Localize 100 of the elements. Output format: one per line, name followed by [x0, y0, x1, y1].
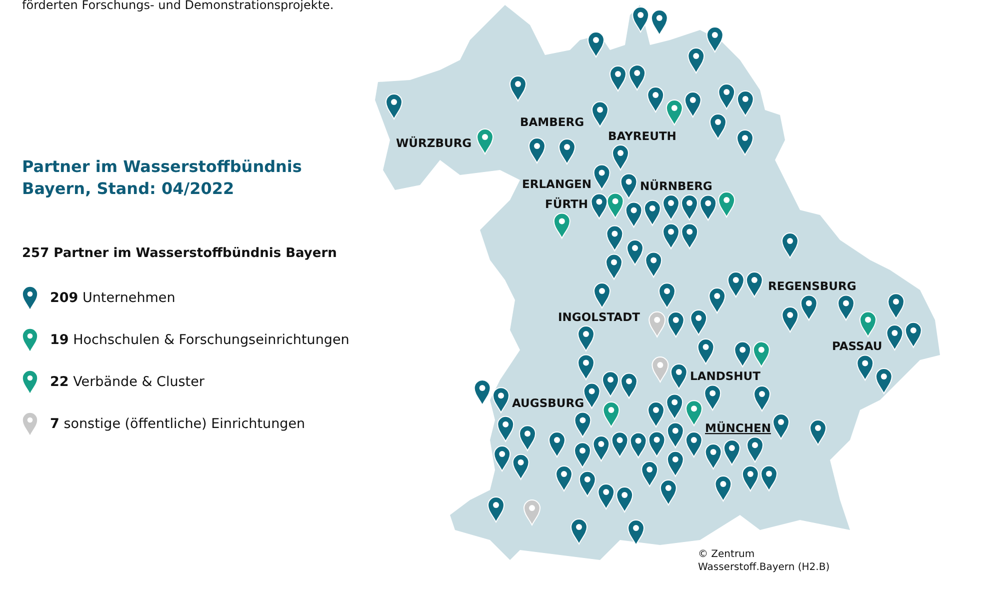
map-pin[interactable] [519, 425, 536, 452]
map-pin[interactable] [488, 496, 504, 522]
map-pin[interactable] [666, 450, 684, 477]
map-pin[interactable] [556, 466, 572, 492]
map-pin[interactable] [904, 322, 922, 348]
map-pin[interactable] [875, 368, 892, 394]
map-pin[interactable] [583, 382, 600, 409]
map-pin[interactable] [658, 282, 676, 309]
map-pin[interactable] [602, 371, 619, 398]
map-pin[interactable] [590, 193, 608, 220]
map-pin[interactable] [474, 380, 491, 406]
map-pin[interactable] [754, 386, 770, 412]
map-pin[interactable] [497, 416, 514, 442]
map-pin[interactable] [528, 138, 546, 164]
map-pin[interactable] [736, 90, 754, 116]
map-pin[interactable] [606, 225, 624, 252]
map-pin[interactable] [611, 432, 628, 458]
map-pin[interactable] [888, 293, 904, 320]
map-pin[interactable] [704, 444, 722, 470]
map-pin[interactable] [800, 294, 818, 321]
map-pin[interactable] [666, 422, 684, 448]
map-pin[interactable] [860, 311, 876, 338]
map-pin[interactable] [650, 10, 668, 36]
map-pin[interactable] [610, 66, 626, 92]
map-pin[interactable] [645, 252, 662, 278]
map-pin[interactable] [553, 212, 570, 239]
map-pin[interactable] [632, 6, 650, 32]
map-pin[interactable] [886, 324, 904, 350]
map-pin[interactable] [598, 484, 615, 510]
map-pin[interactable] [723, 440, 740, 466]
map-pin[interactable] [612, 144, 629, 170]
map-pin[interactable] [686, 400, 702, 426]
map-pin[interactable] [630, 432, 647, 458]
map-pin[interactable] [667, 312, 684, 338]
map-pin[interactable] [727, 272, 744, 298]
map-pin[interactable] [714, 476, 732, 502]
map-pin[interactable] [492, 387, 510, 414]
map-pin[interactable] [574, 412, 592, 438]
map-pin[interactable] [660, 480, 677, 506]
map-pin[interactable] [752, 341, 770, 368]
map-pin[interactable] [697, 338, 714, 364]
map-pin[interactable] [760, 465, 778, 492]
map-pin[interactable] [684, 92, 702, 118]
map-pin[interactable] [718, 84, 736, 110]
map-pin[interactable] [578, 470, 596, 497]
map-pin[interactable] [742, 466, 759, 492]
map-pin[interactable] [734, 341, 752, 368]
map-pin[interactable] [602, 402, 620, 428]
map-pin[interactable] [558, 138, 576, 164]
map-pin[interactable] [592, 101, 608, 128]
map-pin[interactable] [772, 414, 790, 440]
map-pin[interactable] [386, 94, 402, 120]
map-pin[interactable] [648, 431, 666, 458]
map-pin[interactable] [628, 520, 644, 546]
map-pin[interactable] [666, 100, 683, 126]
map-pin[interactable] [644, 200, 661, 226]
map-pin[interactable] [856, 354, 874, 381]
map-pin[interactable] [570, 518, 588, 544]
map-pin[interactable] [494, 446, 511, 472]
map-pin[interactable] [662, 194, 680, 220]
map-pin[interactable] [588, 32, 604, 58]
map-pin[interactable] [620, 173, 638, 200]
map-pin[interactable] [810, 420, 826, 446]
map-pin[interactable] [606, 192, 624, 219]
map-pin[interactable] [710, 114, 726, 140]
map-pin[interactable] [685, 432, 702, 458]
map-pin[interactable] [681, 194, 698, 220]
map-pin[interactable] [700, 194, 717, 221]
map-pin[interactable] [662, 223, 680, 250]
map-pin[interactable] [704, 384, 722, 411]
map-pin[interactable] [718, 192, 736, 218]
map-pin[interactable] [746, 436, 764, 463]
map-pin[interactable] [628, 64, 646, 90]
map-pin[interactable] [512, 454, 530, 480]
map-pin[interactable] [641, 461, 658, 487]
map-pin[interactable] [736, 130, 754, 156]
map-pin[interactable] [626, 240, 644, 266]
map-pin[interactable] [625, 202, 642, 228]
map-pin[interactable] [670, 364, 688, 390]
map-pin[interactable] [510, 76, 526, 102]
map-pin[interactable] [574, 442, 591, 468]
map-pin[interactable] [648, 402, 664, 428]
map-pin[interactable] [476, 128, 494, 154]
map-pin[interactable] [592, 436, 610, 462]
map-pin[interactable] [688, 48, 705, 74]
map-pin[interactable] [708, 288, 726, 314]
map-pin[interactable] [578, 354, 594, 380]
map-pin[interactable] [606, 254, 622, 280]
map-pin[interactable] [578, 326, 594, 352]
map-pin[interactable] [782, 232, 798, 258]
map-pin[interactable] [616, 486, 634, 512]
map-pin[interactable] [620, 372, 638, 399]
map-pin[interactable] [666, 394, 684, 420]
map-pin[interactable] [681, 223, 698, 250]
map-pin[interactable] [593, 164, 610, 190]
map-pin[interactable] [548, 432, 566, 458]
map-pin[interactable] [594, 282, 610, 308]
map-pin[interactable] [746, 272, 763, 298]
map-pin[interactable] [706, 26, 724, 52]
map-pin[interactable] [690, 310, 708, 336]
